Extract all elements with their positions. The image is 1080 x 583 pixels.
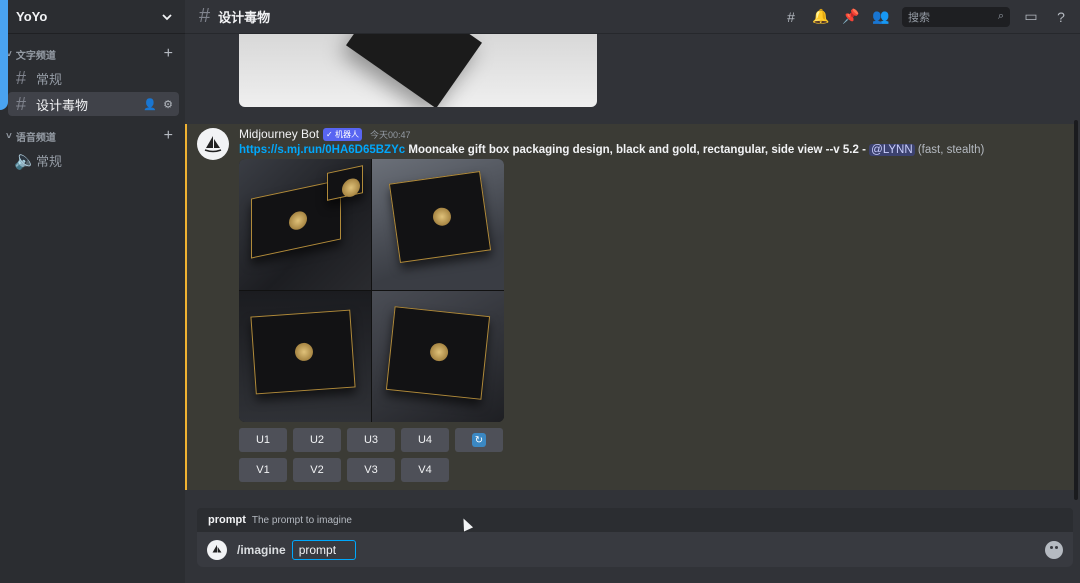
separator: - (862, 144, 866, 156)
add-channel-icon[interactable]: + (164, 45, 173, 63)
prompt-input[interactable]: prompt (291, 539, 356, 560)
message-timestamp: 今天00:47 (369, 129, 411, 140)
command-option-hint[interactable]: prompt The prompt to imagine (197, 508, 1073, 532)
category-label: 语音频道 (15, 132, 56, 144)
sidebar-channel-general[interactable]: # 常规 (8, 66, 179, 90)
channel-title: 设计毒物 (218, 10, 271, 25)
refresh-icon: ↻ (472, 433, 486, 447)
previous-image[interactable] (239, 34, 597, 107)
channel-name: 设计毒物 (36, 97, 89, 113)
message-feed: Midjourney Bot ✓ 机器人 今天00:47 https://s.m… (185, 34, 1080, 490)
bot-avatar (207, 539, 227, 560)
upscale-buttons: U1 U2 U3 U4 ↻ (239, 428, 503, 452)
hash-icon: # (199, 5, 211, 27)
image-tile[interactable] (372, 159, 504, 290)
bot-message: Midjourney Bot ✓ 机器人 今天00:47 https://s.m… (185, 124, 1074, 490)
option-name: prompt (208, 514, 246, 526)
sailboat-icon (212, 544, 222, 553)
v4-button[interactable]: V4 (401, 458, 449, 482)
category-text-channels[interactable]: ˅ 文字频道 + (0, 44, 185, 64)
u2-button[interactable]: U2 (293, 428, 341, 452)
search-input[interactable]: 搜索 ⌕ (902, 6, 1010, 27)
reroll-button[interactable]: ↻ (455, 428, 503, 452)
image-tile[interactable] (372, 291, 504, 422)
bell-icon[interactable]: 🔔 (812, 8, 830, 26)
channel-name: 常规 (36, 71, 63, 87)
v3-button[interactable]: V3 (347, 458, 395, 482)
pin-icon[interactable]: 📌 (842, 8, 860, 26)
image-link[interactable]: https://s.mj.run/0HA6D65BZYc (239, 144, 405, 156)
u3-button[interactable]: U3 (347, 428, 395, 452)
u1-button[interactable]: U1 (239, 428, 287, 452)
channel-sidebar: YoYo ˅ 文字频道 + # 常规 # 设计毒物 👤 ⚙ ˅ 语音频道 + 🔈 常… (0, 0, 185, 583)
v2-button[interactable]: V2 (293, 458, 341, 482)
option-description: The prompt to imagine (251, 514, 352, 526)
help-icon[interactable]: ? (1052, 8, 1070, 26)
message-content: https://s.mj.run/0HA6D65BZYc Mooncake gi… (239, 144, 984, 156)
hash-icon: # (15, 93, 26, 114)
server-header[interactable]: YoYo (0, 0, 185, 34)
invite-user-icon[interactable]: 👤 (143, 98, 157, 111)
slash-command: /imagine (237, 542, 286, 557)
hash-icon: # (15, 67, 26, 88)
server-indicator (0, 0, 8, 110)
scrollbar[interactable] (1074, 120, 1078, 500)
channel-header: # 设计毒物 # 🔔 📌 👥 搜索 ⌕ ▭ ? (185, 0, 1080, 34)
prompt-text: Mooncake gift box packaging design, blac… (408, 144, 859, 156)
sidebar-voice-general[interactable]: 🔈 常规 (8, 148, 179, 172)
gear-icon[interactable]: ⚙ (163, 98, 173, 111)
emoji-icon[interactable] (1045, 540, 1063, 559)
avatar[interactable] (197, 128, 229, 160)
chevron-down-icon (162, 13, 172, 20)
image-tile[interactable] (239, 291, 371, 422)
members-icon[interactable]: 👥 (872, 8, 890, 26)
category-label: 文字频道 (15, 50, 56, 62)
image-tile[interactable] (239, 159, 371, 290)
speaker-icon: 🔈 (14, 149, 37, 170)
sailboat-icon (204, 136, 222, 153)
category-voice-channels[interactable]: ˅ 语音频道 + (0, 126, 185, 146)
v1-button[interactable]: V1 (239, 458, 287, 482)
bot-badge: ✓ 机器人 (323, 127, 362, 141)
server-name: YoYo (16, 9, 48, 24)
search-icon: ⌕ (997, 10, 1004, 22)
chevron-down-icon: ˅ (6, 130, 12, 142)
search-placeholder: 搜索 (908, 11, 930, 24)
add-channel-icon[interactable]: + (164, 127, 173, 145)
inbox-icon[interactable]: ▭ (1022, 8, 1040, 26)
mode-text: (fast, stealth) (917, 144, 985, 156)
message-composer[interactable]: /imagine prompt (197, 532, 1073, 567)
user-mention[interactable]: @LYNN (869, 144, 915, 156)
image-grid[interactable] (239, 159, 504, 422)
message-author[interactable]: Midjourney Bot (239, 127, 319, 141)
u4-button[interactable]: U4 (401, 428, 449, 452)
channel-name: 常规 (36, 153, 63, 169)
threads-icon[interactable]: # (782, 8, 800, 26)
sidebar-channel-design[interactable]: # 设计毒物 👤 ⚙ (8, 92, 179, 116)
variation-buttons: V1 V2 V3 V4 (239, 458, 449, 482)
